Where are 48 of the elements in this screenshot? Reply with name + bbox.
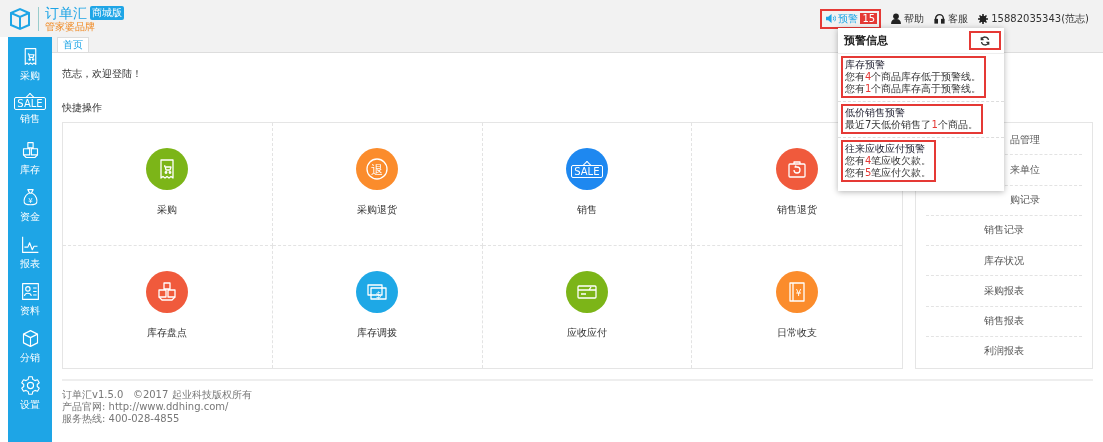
alert-message: 您有4笔应收欠款。	[845, 155, 932, 167]
shortcut-link[interactable]: 库存状况	[984, 253, 1024, 268]
quick-action[interactable]: 退 采购退货	[356, 148, 399, 217]
welcome-text: 范志，欢迎登陆！	[62, 67, 142, 81]
id-card-icon	[19, 281, 41, 302]
refresh-button[interactable]	[969, 31, 1001, 50]
shortcut-link[interactable]: 销售报表	[984, 314, 1024, 329]
shortcut-link[interactable]: 利润报表	[984, 344, 1024, 359]
service-link[interactable]: 客服	[934, 11, 969, 26]
quick-action[interactable]: ¥ 日常收支	[776, 270, 819, 340]
footer-text: 产品官网: http://www.ddhing.com/	[62, 401, 230, 413]
app-name: 订单汇	[45, 4, 87, 21]
section-title: 快捷操作	[62, 101, 102, 115]
user-link[interactable]: 15882035343(范志)	[978, 11, 1089, 26]
headset-icon	[934, 13, 946, 24]
footer-text: 服务热线: 400-028-4855	[62, 413, 181, 425]
footer-text: 订单汇v1.5.0 ©2017 起业科技版权所有	[62, 389, 253, 401]
edition-badge: 商城版	[90, 5, 124, 20]
alert-message: 您有1个商品库存高于预警线。	[845, 83, 982, 95]
alert-message: 您有5笔应付欠款。	[845, 167, 932, 179]
quick-action[interactable]: $ 库存调拨	[356, 270, 399, 340]
quick-action[interactable]: 销售退货	[776, 148, 819, 217]
popup-title: 预警信息	[844, 33, 888, 48]
alert-group-title: 库存预警	[845, 59, 886, 71]
cube-logo-icon	[8, 6, 32, 31]
alert-group-title: 往来应收应付预警	[845, 143, 926, 155]
shortcut-link[interactable]: 品管理	[1010, 132, 1040, 147]
gear-icon	[978, 13, 989, 24]
shortcut-link[interactable]: 购记录	[1010, 193, 1040, 208]
alert-group-title: 低价销售预警	[845, 107, 906, 119]
quick-action[interactable]: 应收应付	[565, 270, 608, 340]
settings-icon	[19, 375, 41, 396]
shortcut-link[interactable]: 采购报表	[984, 283, 1024, 298]
speaker-icon	[826, 14, 837, 23]
help-link[interactable]: 帮助	[891, 11, 925, 26]
shortcut-link[interactable]: 销售记录	[984, 223, 1024, 238]
person-icon	[891, 13, 902, 24]
alert-message: 最近7天低价销售了1个商品。	[845, 119, 978, 131]
quick-action[interactable]: 库存盘点	[146, 270, 189, 340]
shortcut-link[interactable]: 来单位	[1010, 162, 1040, 177]
alert-count-badge: 15	[860, 13, 878, 24]
line-chart-icon	[19, 234, 41, 255]
slogan: 管家婆品牌	[45, 20, 96, 33]
quick-action[interactable]: 采购	[146, 148, 189, 217]
quick-action[interactable]: SALE 销售	[565, 148, 608, 217]
return-icon: 退	[365, 157, 390, 181]
refresh-icon	[980, 35, 990, 46]
alert-message: 您有4个商品库存低于预警线。	[845, 71, 982, 83]
